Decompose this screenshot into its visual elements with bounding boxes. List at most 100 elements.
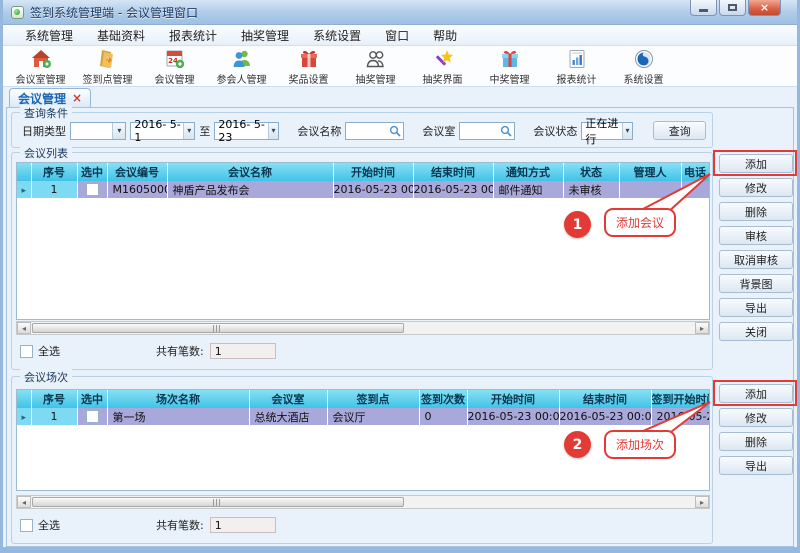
row-checkbox[interactable] — [86, 183, 99, 196]
toolbar: 会议室管理 ? 签到点管理 24 会议管理 参会人管理 奖品设置 抽奖管理 抽奖… — [3, 46, 797, 87]
col-session-name: 场次名称 — [107, 390, 249, 408]
close-button[interactable]: × — [748, 0, 781, 16]
titlebar: 签到系统管理端 - 会议管理窗口 × — [3, 0, 797, 25]
menu-basic-data[interactable]: 基础资料 — [85, 27, 157, 44]
tool-label: 会议室管理 — [16, 71, 66, 86]
tool-meeting-manage[interactable]: 24 会议管理 — [141, 46, 208, 86]
cell-status: 未审核 — [563, 181, 619, 198]
cell-seq: 1 — [31, 181, 77, 198]
checkin-point-icon: ? — [97, 48, 119, 70]
date-to-separator: 至 — [199, 123, 210, 139]
lottery-ui-icon — [432, 48, 454, 70]
menubar: 系统管理 基础资料 报表统计 抽奖管理 系统设置 窗口 帮助 — [3, 25, 797, 46]
tool-label: 签到点管理 — [83, 71, 133, 86]
col-seq: 序号 — [31, 390, 77, 408]
meeting-room-input[interactable] — [459, 122, 515, 140]
date-type-label: 日期类型 — [22, 123, 66, 139]
total-count-label: 共有笔数: — [156, 343, 204, 359]
delete-meeting-button[interactable]: 删除 — [719, 202, 793, 221]
maximize-icon — [728, 4, 737, 11]
chevron-down-icon: ▾ — [112, 123, 125, 139]
menu-lottery-manage[interactable]: 抽奖管理 — [229, 27, 301, 44]
col-start-time: 开始时间 — [467, 390, 559, 408]
highlight-box-add-meeting — [713, 150, 797, 176]
scroll-right-icon[interactable]: ▸ — [695, 496, 709, 508]
tool-checkin-point[interactable]: ? 签到点管理 — [74, 46, 141, 86]
meeting-row[interactable]: ▸ 1 M16050001 神盾产品发布会 2016-05-23 00:00 2… — [17, 181, 709, 198]
tool-label: 抽奖界面 — [423, 71, 463, 86]
export-meeting-button[interactable]: 导出 — [719, 298, 793, 317]
search-button[interactable]: 查询 — [653, 121, 706, 140]
meeting-list-grid: 序号 选中 会议编号 会议名称 开始时间 结束时间 通知方式 状态 管理人 电话… — [16, 162, 710, 320]
meeting-status-select[interactable]: 正在进行▾ — [581, 122, 633, 140]
annotation-callout-add-meeting: 添加会议 — [604, 208, 676, 237]
tool-label: 中奖管理 — [490, 71, 530, 86]
cell-phone — [681, 181, 709, 198]
sessions-group: 会议场次 序号 选中 场次名称 会议室 签到点 签到次数 开始时间 结束时间 签… — [11, 376, 713, 544]
col-end-time: 结束时间 — [413, 163, 493, 181]
menu-system-settings[interactable]: 系统设置 — [301, 27, 373, 44]
row-checkbox[interactable] — [86, 410, 99, 423]
scroll-left-icon[interactable]: ◂ — [17, 322, 31, 334]
cell-start-time: 2016-05-23 00:00 — [333, 181, 413, 198]
settings-icon — [633, 48, 655, 70]
tool-lottery-manage[interactable]: 抽奖管理 — [342, 46, 409, 86]
close-page-button[interactable]: 关闭 — [719, 322, 793, 341]
scrollbar-thumb[interactable] — [32, 323, 404, 333]
select-all-label: 全选 — [38, 343, 60, 359]
chevron-down-icon: ▾ — [622, 123, 633, 139]
col-manager: 管理人 — [619, 163, 681, 181]
annotation-step-number: 1 — [564, 211, 591, 238]
attendee-icon — [231, 48, 253, 70]
meeting-list-hscrollbar[interactable]: ◂ ▸ — [16, 321, 710, 335]
edit-meeting-button[interactable]: 修改 — [719, 178, 793, 197]
background-image-button[interactable]: 背景图 — [719, 274, 793, 293]
cancel-audit-button[interactable]: 取消审核 — [719, 250, 793, 269]
delete-session-button[interactable]: 删除 — [719, 432, 793, 451]
select-all-checkbox[interactable] — [20, 345, 33, 358]
meeting-name-input[interactable] — [345, 122, 404, 140]
audit-button[interactable]: 审核 — [719, 226, 793, 245]
cell-checkin-count: 0 — [419, 408, 467, 425]
scroll-right-icon[interactable]: ▸ — [695, 322, 709, 334]
tool-label: 系统设置 — [624, 71, 664, 86]
col-start-time: 开始时间 — [333, 163, 413, 181]
menu-help[interactable]: 帮助 — [421, 27, 469, 44]
col-selected: 选中 — [77, 390, 107, 408]
menu-system-manage[interactable]: 系统管理 — [13, 27, 85, 44]
date-from-picker[interactable]: 2016- 5- 1▾ — [130, 122, 195, 140]
date-to-picker[interactable]: 2016- 5-23▾ — [214, 122, 279, 140]
menu-report-stats[interactable]: 报表统计 — [157, 27, 229, 44]
meeting-status-label: 会议状态 — [533, 123, 577, 139]
tab-close-icon[interactable]: × — [72, 92, 82, 104]
sessions-hscrollbar[interactable]: ◂ ▸ — [16, 495, 710, 509]
menu-window[interactable]: 窗口 — [373, 27, 421, 44]
meeting-list-buttons: 添加 修改 删除 审核 取消审核 背景图 导出 关闭 — [719, 154, 793, 341]
annotation-callout-add-session: 添加场次 — [604, 430, 676, 459]
minimize-icon — [699, 9, 708, 12]
export-session-button[interactable]: 导出 — [719, 456, 793, 475]
minimize-button[interactable] — [690, 0, 717, 16]
col-row-indicator — [17, 163, 31, 181]
meeting-manage-icon: 24 — [164, 48, 186, 70]
session-row[interactable]: ▸ 1 第一场 总统大酒店 会议厅 0 2016-05-23 00:00 201… — [17, 408, 709, 425]
cell-meeting-code: M16050001 — [107, 181, 167, 198]
cell-checkin-start-time: 2016-05-23 00: — [651, 408, 709, 425]
date-type-select[interactable]: ▾ — [70, 122, 126, 140]
scroll-left-icon[interactable]: ◂ — [17, 496, 31, 508]
tool-attendee-manage[interactable]: 参会人管理 — [208, 46, 275, 86]
edit-session-button[interactable]: 修改 — [719, 408, 793, 427]
col-checkin-start-time: 签到开始时间 — [651, 390, 709, 408]
tool-prize-setting[interactable]: 奖品设置 — [275, 46, 342, 86]
scrollbar-thumb[interactable] — [32, 497, 404, 507]
tool-system-setting[interactable]: 系统设置 — [610, 46, 677, 86]
report-icon — [566, 48, 588, 70]
select-all-checkbox[interactable] — [20, 519, 33, 532]
tool-winner-manage[interactable]: 中奖管理 — [476, 46, 543, 86]
tool-report-stats[interactable]: 报表统计 — [543, 46, 610, 86]
query-group-label: 查询条件 — [20, 105, 72, 121]
tool-meeting-room[interactable]: 会议室管理 — [7, 46, 74, 86]
cell-meeting-room: 总统大酒店 — [249, 408, 327, 425]
tool-lottery-ui[interactable]: 抽奖界面 — [409, 46, 476, 86]
maximize-button[interactable] — [719, 0, 746, 16]
